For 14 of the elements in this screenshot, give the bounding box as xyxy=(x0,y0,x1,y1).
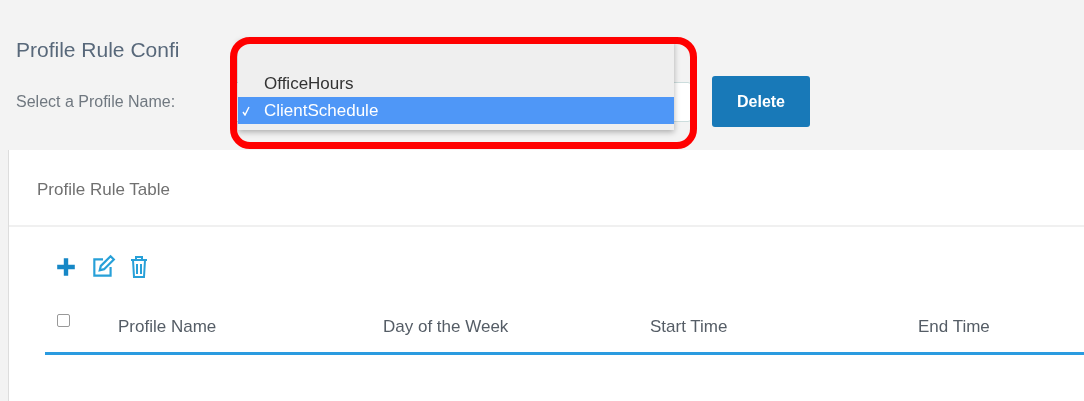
select-label: Select a Profile Name: xyxy=(16,92,177,111)
dropdown-option[interactable]: ClientSchedule xyxy=(238,97,674,124)
checkmark-icon xyxy=(242,105,250,116)
column-header: Profile Name xyxy=(118,317,218,337)
column-header: End Time xyxy=(918,317,990,337)
panel-title: Profile Rule Table xyxy=(9,150,1084,227)
trash-icon[interactable] xyxy=(129,255,149,279)
column-header: Day of the Week xyxy=(383,317,510,337)
add-icon[interactable] xyxy=(55,256,77,278)
column-header: Start Time xyxy=(650,317,729,337)
dropdown-option[interactable]: OfficeHours xyxy=(238,70,674,97)
page-title: Profile Rule Confi xyxy=(16,38,181,62)
delete-button[interactable]: Delete xyxy=(712,76,810,127)
select-all-checkbox[interactable] xyxy=(57,313,70,327)
